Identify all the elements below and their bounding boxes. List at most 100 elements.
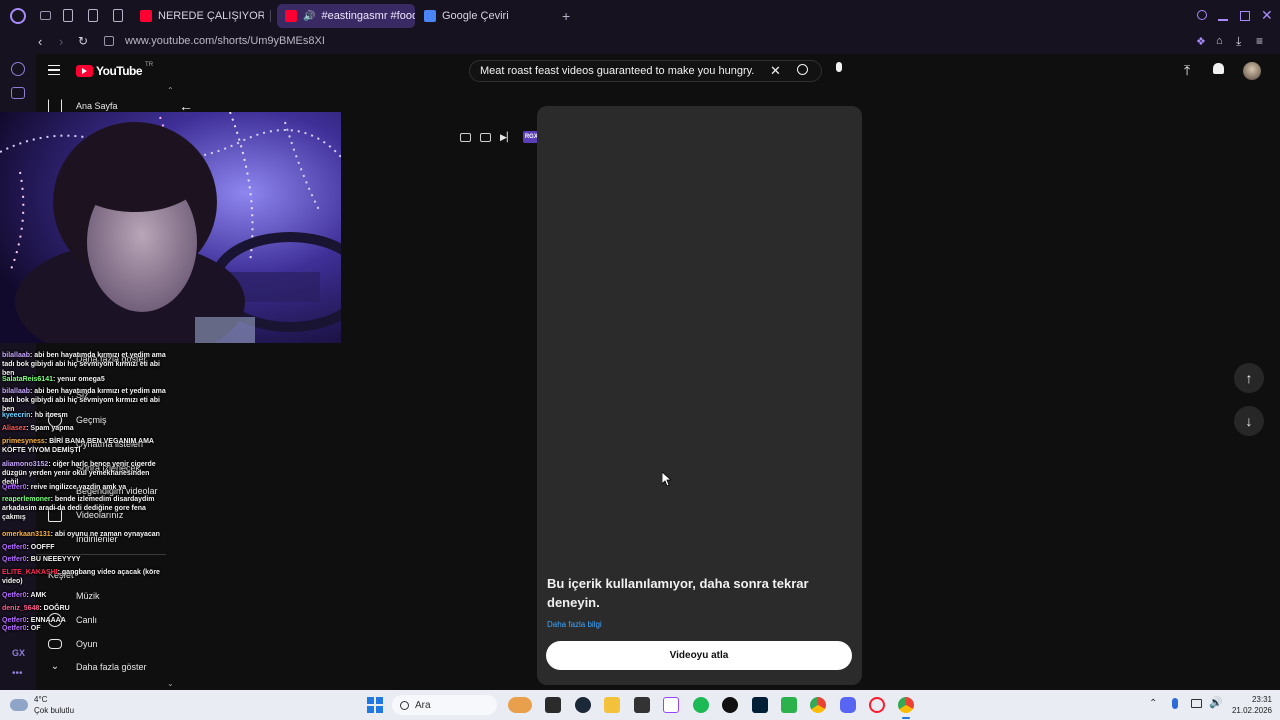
extensions-icon[interactable]: ❖ [1196,35,1206,48]
reload-icon[interactable]: ↻ [78,34,88,48]
more-icon[interactable]: ••• [12,668,23,679]
back-icon[interactable]: ‹ [38,34,42,49]
avatar[interactable] [1243,62,1261,80]
volume-icon[interactable]: 🔊 [1209,696,1223,709]
url-text[interactable]: www.youtube.com/shorts/Um9yBMEs8XI [125,35,325,47]
opera-logo-icon[interactable] [10,8,26,24]
notifications-bell-icon[interactable] [1213,63,1224,74]
weather-temp: 4°C [34,695,48,704]
picture-in-picture-icon[interactable] [460,132,471,142]
downloads-icon[interactable]: ⤓ [1236,34,1241,49]
new-tab-icon[interactable]: + [562,9,570,23]
chat-text: : reive ingilizce yazdin amk ya [26,484,127,491]
guide-item-show-more-2[interactable]: ⌄ Daha fazla göster [36,656,176,678]
hamburger-menu-icon[interactable] [48,65,60,75]
site-info-icon[interactable] [104,36,114,46]
chat-message: omerkaan3131: abi oyunu ne zaman oynayac… [2,530,167,539]
brazil-flag-app-icon[interactable] [781,697,797,713]
voice-search-button[interactable] [833,62,845,78]
search-icon [400,700,409,710]
create-upload-icon[interactable]: ⤒ [1184,62,1190,79]
file-explorer-icon[interactable] [604,697,620,713]
gx-corner-icon[interactable] [11,87,25,99]
chat-message: Qetfer0: BU NEEEYYYY [2,555,167,564]
browser-tab[interactable]: Google Çeviri [416,4,556,28]
guide-scroll-down-icon[interactable]: ⌄ [167,679,174,688]
chat-text: : ENNAAAA [26,617,66,624]
minimize-icon[interactable] [1218,19,1228,21]
opera-gx-icon[interactable] [869,697,885,713]
windows-taskbar: 4°C Çok bulutlu Ara ⌃ 🔊 23:31 21.02.2026 [0,690,1280,720]
youtube-favicon-icon [140,10,152,22]
discord-icon[interactable] [840,697,856,713]
search-tabs-icon[interactable] [1197,10,1207,20]
pinned-tab-icon[interactable] [88,9,98,22]
youtube-favicon-icon [285,10,297,22]
browser-tab-active[interactable]: 🔊 #eastingasmr #food # [277,4,415,28]
chat-user: Qetfer0 [2,556,27,563]
weather-desc: Çok bulutlu [34,706,75,715]
monitor-tray-icon[interactable] [1191,699,1202,708]
chat-user: SalataReis6141 [2,376,53,383]
next-track-icon[interactable]: ▶▏ [500,132,514,143]
chat-message: ELITE_KAKASHI: gangbang video açacak (kö… [2,568,167,586]
guide-scroll-up-icon[interactable]: ⌃ [167,86,174,95]
weather-widget[interactable]: 4°C Çok bulutlu [10,694,74,716]
chat-user: Qetfer0 [2,625,27,632]
chat-user: aliamono3152 [2,461,49,468]
forward-icon[interactable]: › [59,34,63,49]
browser-tab[interactable]: NEREDE ÇALIŞIYORSUN [132,4,264,28]
chrome-active-icon[interactable] [898,697,914,713]
start-button[interactable] [367,697,383,713]
previous-short-button[interactable]: ↑ [1234,363,1264,393]
spotify-icon[interactable] [693,697,709,713]
guide-item-label: Daha fazla göster [76,662,147,672]
chat-user: Qetfer0 [2,484,27,491]
chat-text: : hb itoesm [30,412,68,419]
learn-more-link[interactable]: Daha fazla bilgi [547,620,602,629]
skip-video-button[interactable]: Videoyu atla [546,641,852,670]
next-short-button[interactable]: ↓ [1234,406,1264,436]
clock[interactable]: 23:31 21.02.2026 [1222,694,1272,716]
chat-text: : AMK [26,592,47,599]
unity-icon[interactable] [634,697,650,713]
task-view-icon[interactable] [545,697,561,713]
chat-text: : BU NEEEYYYY [26,556,81,563]
address-bar: ‹ › ↻ www.youtube.com/shorts/Um9yBMEs8XI… [0,32,1280,54]
chat-message: deniz_5648: DOĞRU [2,604,167,613]
chat-message: SalataReis6141: yenur omega5 [2,375,167,384]
pinned-tab-icon[interactable] [63,9,73,22]
audio-playing-icon[interactable]: 🔊 [303,11,315,22]
chat-text: : OOFFF [26,544,55,551]
menu-icon[interactable]: ≡ [1256,34,1263,48]
cat-widget-icon[interactable] [508,697,532,713]
microphone-tray-icon[interactable] [1172,698,1178,709]
shorts-player[interactable]: Bu içerik kullanılamıyor, daha sonra tek… [537,106,862,685]
chat-user: reaperlemoner [2,496,51,503]
gx-logo-icon[interactable]: GX [12,648,25,658]
close-window-icon[interactable]: ✕ [1261,7,1273,24]
github-icon[interactable] [722,697,738,713]
wallet-icon[interactable]: ⌂ [1216,35,1223,47]
chrome-icon[interactable] [810,697,826,713]
youtube-logo[interactable]: YouTube TR [76,62,154,78]
chat-message: kyeecrin: hb itoesm [2,411,167,420]
chat-message: Qetfer0: reive ingilizce yazdin amk ya [2,483,167,492]
gx-control-icon[interactable] [11,62,25,76]
tray-overflow-icon[interactable]: ⌃ [1149,698,1157,709]
search-button[interactable] [797,64,808,75]
clear-search-icon[interactable]: ✕ [770,63,781,79]
chat-message: reaperlemoner: bende izlemedim disardayd… [2,495,167,522]
workspace-icon[interactable] [40,11,51,20]
twitch-icon[interactable] [663,697,679,713]
gamepad-icon [48,639,62,649]
restore-icon[interactable] [1240,11,1250,21]
youtube-region-code: TR [145,62,154,68]
chat-message: bilallaab: abi ben hayatımda kırmızı et … [2,351,167,378]
photoshop-icon[interactable] [752,697,768,713]
pinned-tab-icon[interactable] [113,9,123,22]
detach-video-icon[interactable] [480,132,491,142]
taskbar-search[interactable]: Ara [392,695,497,715]
steam-icon[interactable] [575,697,591,713]
error-title: Bu içerik kullanılamıyor, daha sonra tek… [547,576,809,610]
